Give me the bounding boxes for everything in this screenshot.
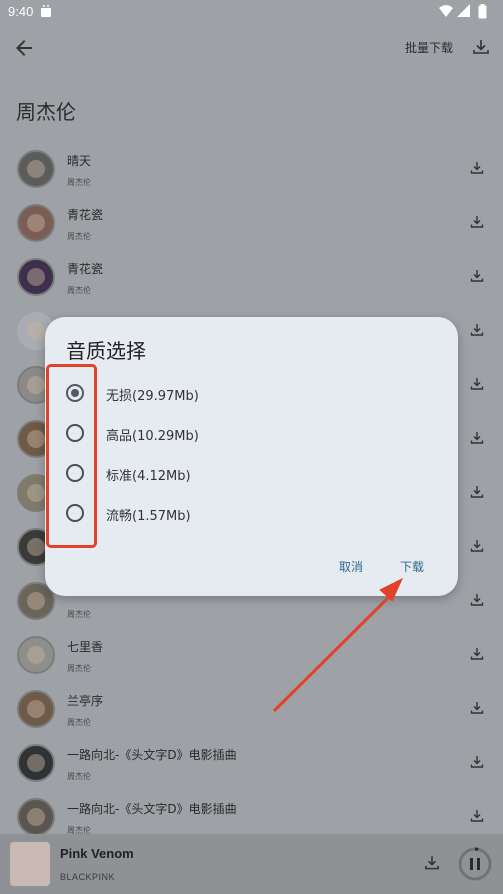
option-label: 无损(29.97Mb) (106, 389, 199, 404)
option-label: 高品(10.29Mb) (106, 429, 199, 444)
album-cover (17, 150, 55, 188)
dialog-title: 音质选择 (66, 339, 146, 363)
quality-select-dialog: 音质选择 无损(29.97Mb) 高品(10.29Mb) 标准(4.12Mb) … (45, 317, 458, 596)
download-icon[interactable] (471, 37, 491, 57)
song-artist: 周杰伦 (67, 610, 91, 619)
quality-option-lossless[interactable]: 无损(29.97Mb) (55, 375, 355, 415)
player-song-title: Pink Venom (60, 846, 134, 861)
album-cover (17, 204, 55, 242)
annotation-highlight-box (46, 364, 97, 548)
wifi-icon (439, 4, 453, 21)
player-album-cover (10, 842, 50, 886)
song-artist: 周杰伦 (67, 286, 91, 295)
back-arrow-icon[interactable] (12, 36, 36, 60)
song-title: 青花瓷 (67, 208, 104, 222)
song-title: 青花瓷 (67, 262, 104, 276)
album-cover (17, 258, 55, 296)
download-icon[interactable] (469, 808, 485, 824)
signal-icon (457, 4, 471, 21)
song-row[interactable]: 晴天 周杰伦 (0, 142, 503, 196)
song-row[interactable]: 青花瓷 周杰伦 (0, 196, 503, 250)
mini-player[interactable]: Pink Venom BLACKPINK (0, 834, 503, 894)
download-icon[interactable] (469, 646, 485, 662)
download-icon[interactable] (469, 430, 485, 446)
cancel-button[interactable]: 取消 (339, 558, 363, 575)
download-icon[interactable] (469, 268, 485, 284)
download-icon[interactable] (469, 484, 485, 500)
song-row[interactable]: 一路向北-《头文字D》电影插曲 周杰伦 (0, 736, 503, 790)
song-title: 晴天 (67, 154, 92, 168)
song-artist: 周杰伦 (67, 772, 91, 781)
song-artist: 周杰伦 (67, 178, 91, 187)
song-title: 兰亭序 (67, 694, 104, 708)
song-title: 一路向北-《头文字D》电影插曲 (67, 802, 237, 816)
download-icon[interactable] (469, 160, 485, 176)
song-row[interactable]: 七里香 周杰伦 (0, 628, 503, 682)
batch-download-button[interactable]: 批量下载 (405, 39, 453, 56)
android-notification-icon (40, 4, 52, 21)
song-row[interactable]: 青花瓷 周杰伦 (0, 250, 503, 304)
option-label: 标准(4.12Mb) (106, 469, 191, 484)
song-artist: 周杰伦 (67, 232, 91, 241)
download-icon[interactable] (469, 538, 485, 554)
download-button[interactable]: 下载 (400, 558, 424, 575)
download-icon[interactable] (469, 754, 485, 770)
song-title: 一路向北-《头文字D》电影插曲 (67, 748, 237, 762)
battery-icon (478, 4, 487, 22)
quality-option-standard[interactable]: 标准(4.12Mb) (55, 455, 355, 495)
album-cover (17, 744, 55, 782)
download-icon[interactable] (469, 700, 485, 716)
download-icon[interactable] (469, 592, 485, 608)
album-cover (17, 798, 55, 836)
song-title: 七里香 (67, 640, 104, 654)
song-row[interactable]: 兰亭序 周杰伦 (0, 682, 503, 736)
quality-option-smooth[interactable]: 流畅(1.57Mb) (55, 495, 355, 535)
app-bar: 批量下载 (0, 24, 503, 70)
album-cover (17, 636, 55, 674)
pause-icon[interactable] (457, 846, 493, 882)
player-artist: BLACKPINK (60, 872, 116, 882)
download-icon[interactable] (423, 854, 441, 872)
status-bar: 9:40 (0, 0, 503, 24)
download-icon[interactable] (469, 322, 485, 338)
status-time: 9:40 (8, 4, 34, 19)
download-icon[interactable] (469, 376, 485, 392)
download-icon[interactable] (469, 214, 485, 230)
song-artist: 周杰伦 (67, 664, 91, 673)
album-cover (17, 690, 55, 728)
song-artist: 周杰伦 (67, 718, 91, 727)
quality-option-high[interactable]: 高品(10.29Mb) (55, 415, 355, 455)
artist-title: 周杰伦 (16, 100, 76, 124)
option-label: 流畅(1.57Mb) (106, 509, 191, 524)
